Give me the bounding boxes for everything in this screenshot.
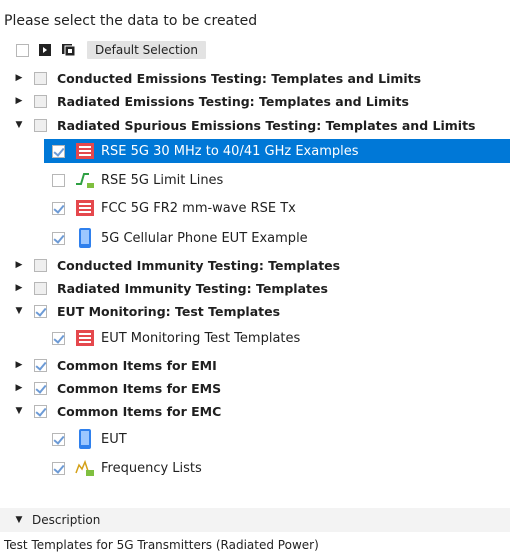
collapse-arrow-icon[interactable]: ▼ — [14, 306, 24, 316]
checkbox[interactable] — [34, 281, 47, 295]
tree-group-common-emc[interactable]: ▼ Common Items for EMC — [0, 399, 510, 423]
frequency-list-icon — [75, 458, 95, 478]
expand-arrow-icon[interactable]: ▶ — [14, 260, 24, 270]
expand-arrow-icon[interactable]: ▶ — [14, 383, 24, 393]
collapse-all-icon[interactable] — [61, 42, 77, 58]
collapse-arrow-icon[interactable]: ▼ — [14, 515, 24, 525]
checkbox[interactable] — [34, 71, 47, 85]
checkbox[interactable] — [52, 331, 65, 345]
tree-item-5g-phone-eut[interactable]: 5G Cellular Phone EUT Example — [0, 226, 510, 250]
tree-item-label: Conducted Emissions Testing: Templates a… — [57, 70, 422, 86]
tree-item-label: Common Items for EMC — [57, 403, 222, 419]
checkbox[interactable] — [52, 231, 65, 245]
collapse-arrow-icon[interactable]: ▼ — [14, 120, 24, 130]
tree-item-label: Radiated Immunity Testing: Templates — [57, 280, 328, 296]
expand-arrow-icon[interactable]: ▶ — [14, 96, 24, 106]
tree-group-common-emi[interactable]: ▶ Common Items for EMI — [0, 353, 510, 377]
tree-item-label: Frequency Lists — [101, 460, 202, 476]
prompt-text: Please select the data to be created — [4, 13, 258, 29]
expand-arrow-icon[interactable]: ▶ — [14, 283, 24, 293]
tree-item-label: EUT — [101, 431, 127, 447]
tree-group-common-ems[interactable]: ▶ Common Items for EMS — [0, 376, 510, 400]
checkbox[interactable] — [34, 381, 47, 395]
description-title: Description — [32, 513, 101, 527]
tree-item-label: EUT Monitoring Test Templates — [101, 330, 301, 346]
phone-icon — [75, 429, 95, 449]
phone-icon — [75, 228, 95, 248]
tree-item-rse-5g-examples[interactable]: RSE 5G 30 MHz to 40/41 GHz Examples — [44, 139, 510, 163]
tree-item-label: Common Items for EMS — [57, 380, 222, 396]
template-icon — [75, 198, 95, 218]
tree-item-eut-monitoring-templates[interactable]: EUT Monitoring Test Templates — [0, 326, 510, 350]
tree-group-radiated-emissions[interactable]: ▶ Radiated Emissions Testing: Templates … — [0, 89, 510, 113]
tree-item-label: Common Items for EMI — [57, 357, 217, 373]
template-icon — [75, 141, 95, 161]
tree-item-label: EUT Monitoring: Test Templates — [57, 303, 281, 319]
description-text: Test Templates for 5G Transmitters (Radi… — [4, 538, 319, 552]
tree-item-eut[interactable]: EUT — [0, 427, 510, 451]
checkbox[interactable] — [52, 201, 65, 215]
checkbox[interactable] — [52, 432, 65, 446]
template-icon — [75, 328, 95, 348]
checkbox[interactable] — [34, 304, 47, 318]
tree-item-rse-5g-limit-lines[interactable]: RSE 5G Limit Lines — [0, 168, 510, 192]
checkbox[interactable] — [34, 358, 47, 372]
select-all-checkbox[interactable] — [16, 43, 29, 57]
toolbar: Default Selection — [16, 40, 206, 60]
default-selection-button[interactable]: Default Selection — [87, 41, 206, 59]
tree-item-label: RSE 5G Limit Lines — [101, 172, 224, 188]
limit-line-icon — [75, 170, 95, 190]
tree-group-radiated-spurious[interactable]: ▼ Radiated Spurious Emissions Testing: T… — [0, 113, 510, 137]
tree-item-label: 5G Cellular Phone EUT Example — [101, 230, 308, 246]
tree-group-eut-monitoring[interactable]: ▼ EUT Monitoring: Test Templates — [0, 299, 510, 323]
checkbox[interactable] — [34, 118, 47, 132]
tree-group-conducted-immunity[interactable]: ▶ Conducted Immunity Testing: Templates — [0, 253, 510, 277]
tree-group-radiated-immunity[interactable]: ▶ Radiated Immunity Testing: Templates — [0, 276, 510, 300]
tree-group-conducted-emissions[interactable]: ▶ Conducted Emissions Testing: Templates… — [0, 66, 510, 90]
collapse-arrow-icon[interactable]: ▼ — [14, 406, 24, 416]
tree-item-label: RSE 5G 30 MHz to 40/41 GHz Examples — [101, 143, 359, 159]
tree-item-label: FCC 5G FR2 mm-wave RSE Tx — [101, 200, 296, 216]
checkbox[interactable] — [34, 94, 47, 108]
tree-item-label: Radiated Spurious Emissions Testing: Tem… — [57, 117, 476, 133]
expand-all-icon[interactable] — [37, 42, 53, 58]
checkbox[interactable] — [34, 404, 47, 418]
tree-item-fcc-5g-fr2[interactable]: FCC 5G FR2 mm-wave RSE Tx — [0, 196, 510, 220]
checkbox[interactable] — [34, 258, 47, 272]
checkbox[interactable] — [52, 173, 65, 187]
tree-item-label: Radiated Emissions Testing: Templates an… — [57, 93, 409, 109]
description-panel-header[interactable]: ▼ Description — [0, 508, 510, 532]
tree-item-frequency-lists[interactable]: Frequency Lists — [0, 456, 510, 480]
expand-arrow-icon[interactable]: ▶ — [14, 73, 24, 83]
expand-arrow-icon[interactable]: ▶ — [14, 360, 24, 370]
checkbox[interactable] — [52, 144, 65, 158]
checkbox[interactable] — [52, 461, 65, 475]
tree-item-label: Conducted Immunity Testing: Templates — [57, 257, 341, 273]
